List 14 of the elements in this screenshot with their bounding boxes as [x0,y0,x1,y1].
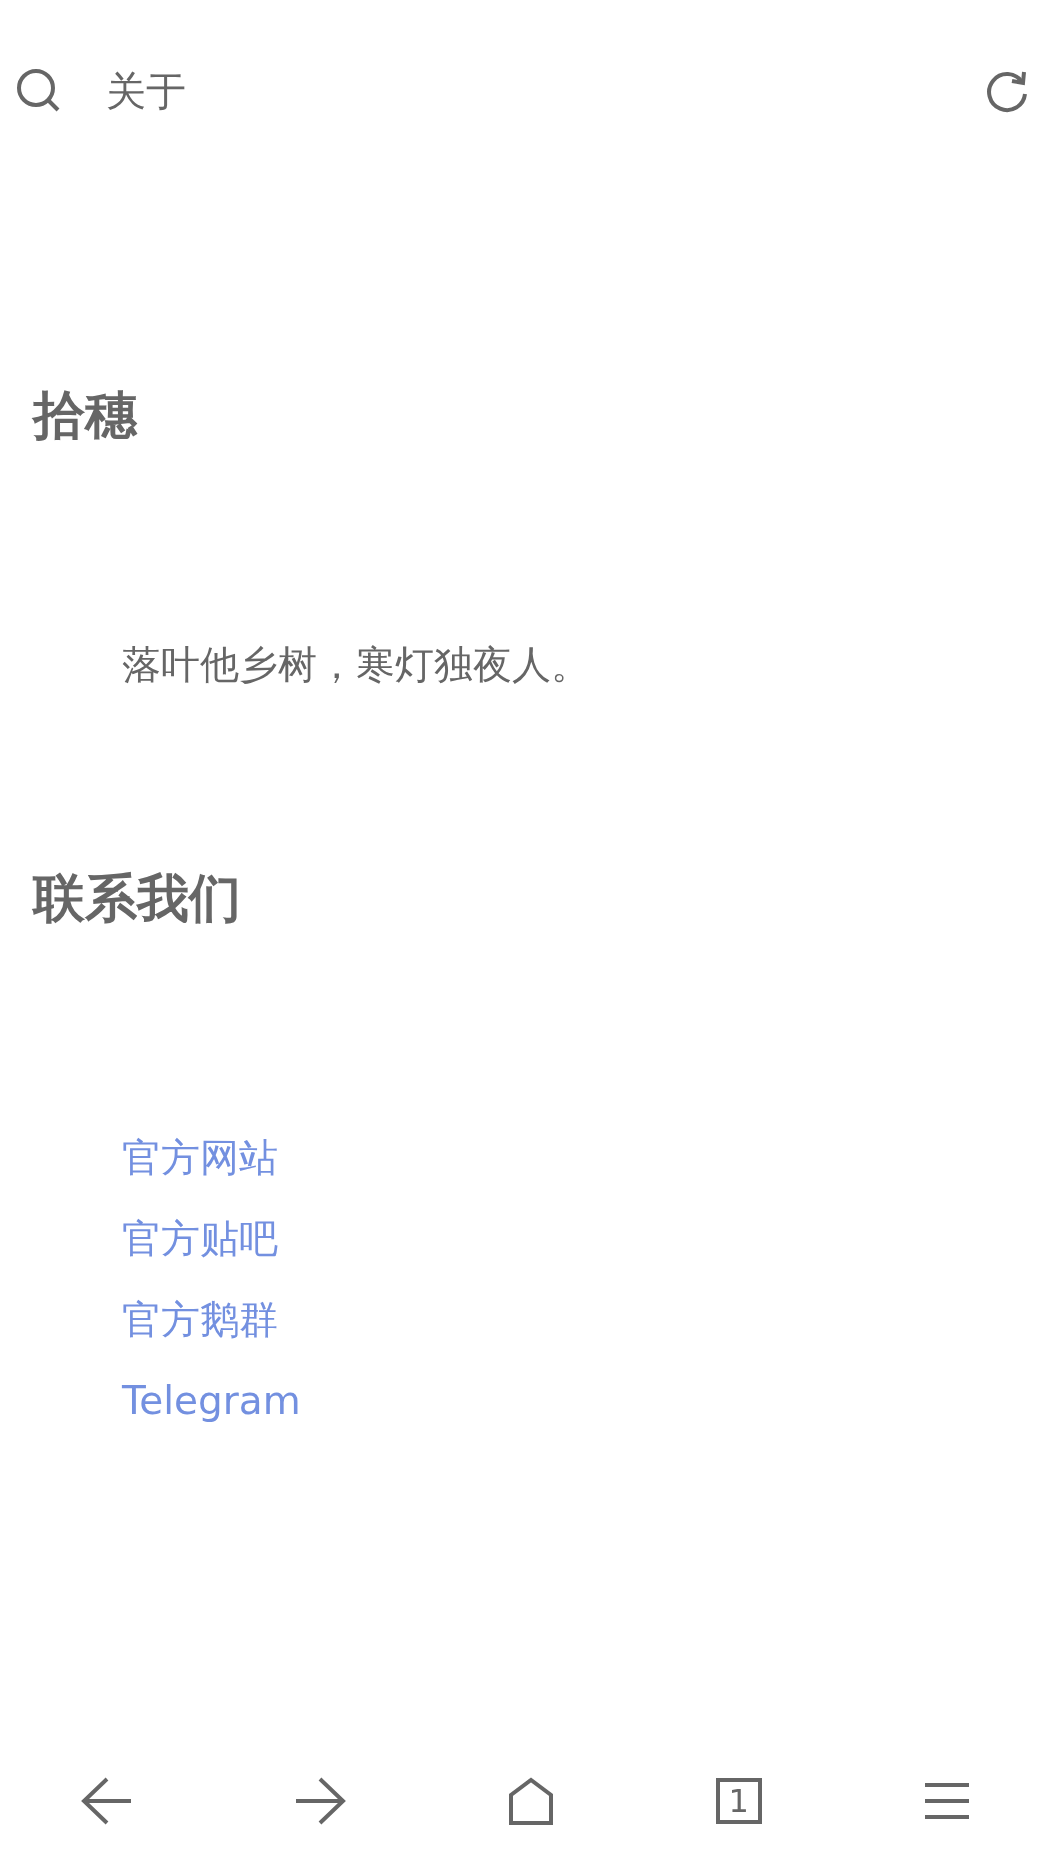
section-heading: 联系我们 [33,866,242,930]
back-arrow-icon[interactable] [80,1777,133,1825]
page-title: 关于 [106,67,186,116]
poem-text: 落叶他乡树，寒灯独夜人。 [122,641,591,690]
contact-link[interactable]: 官方鹅群 [122,1279,278,1361]
contact-link[interactable]: Telegram [122,1360,301,1442]
home-icon[interactable] [508,1777,554,1825]
contact-link[interactable]: 官方网站 [122,1117,278,1199]
forward-arrow-icon[interactable] [294,1777,347,1825]
tabs-button[interactable]: 1 [715,1778,762,1824]
section-heading: 拾穗 [33,384,139,447]
search-icon[interactable] [16,68,62,114]
contact-link[interactable]: 官方贴吧 [122,1198,278,1280]
menu-icon[interactable] [923,1781,972,1821]
